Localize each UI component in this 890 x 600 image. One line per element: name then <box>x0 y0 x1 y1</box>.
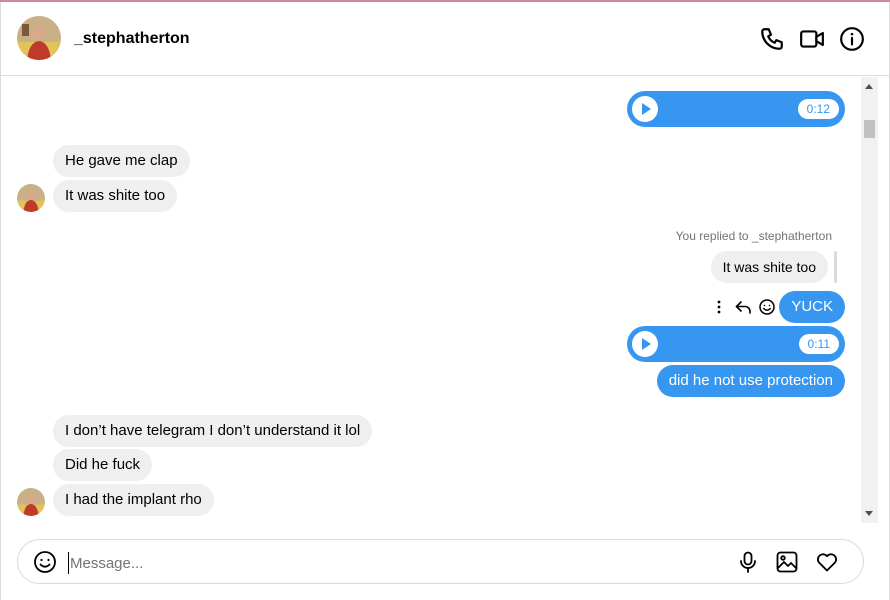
voice-duration: 0:12 <box>797 99 839 119</box>
message-thread[interactable]: 0:12 He gave me clap It was shite too Yo… <box>1 77 861 523</box>
more-options-icon[interactable] <box>710 298 728 316</box>
phone-icon[interactable] <box>759 26 785 52</box>
avatar[interactable] <box>17 16 61 60</box>
voice-message: 0:12 <box>627 91 845 127</box>
video-call-icon[interactable] <box>799 26 825 52</box>
reply-caption: You replied to _stephatherton <box>675 229 832 243</box>
avatar[interactable] <box>17 488 45 516</box>
play-icon[interactable] <box>632 96 658 122</box>
thread-scrollbar[interactable] <box>861 77 878 523</box>
incoming-message[interactable]: Did he fuck <box>53 449 153 481</box>
image-icon[interactable] <box>775 550 799 574</box>
scrollbar-thumb[interactable] <box>864 120 875 138</box>
incoming-message[interactable]: It was shite too <box>53 180 178 212</box>
microphone-icon[interactable] <box>736 550 760 574</box>
incoming-message[interactable]: He gave me clap <box>53 145 190 177</box>
message-input[interactable] <box>68 552 668 574</box>
voice-message: 0:11 <box>627 326 845 362</box>
reply-icon[interactable] <box>734 298 752 316</box>
info-icon[interactable] <box>839 26 865 52</box>
message-composer <box>17 539 864 584</box>
reply-indicator <box>834 251 837 283</box>
incoming-message[interactable]: I don’t have telegram I don’t understand… <box>53 415 373 447</box>
chat-header: _stephatherton <box>1 2 889 76</box>
scroll-down-arrow-icon[interactable] <box>865 511 873 516</box>
react-icon[interactable] <box>758 298 776 316</box>
scroll-up-arrow-icon[interactable] <box>865 84 873 89</box>
incoming-message[interactable]: I had the implant rho <box>53 484 214 516</box>
heart-icon[interactable] <box>815 550 839 574</box>
voice-duration: 0:11 <box>798 334 839 354</box>
emoji-icon[interactable] <box>33 550 57 574</box>
quoted-message[interactable]: It was shite too <box>710 251 828 283</box>
outgoing-message[interactable]: did he not use protection <box>656 365 845 397</box>
chat-username[interactable]: _stephatherton <box>74 30 190 48</box>
avatar[interactable] <box>17 184 45 212</box>
play-icon[interactable] <box>632 331 658 357</box>
outgoing-message[interactable]: YUCK <box>779 291 845 323</box>
